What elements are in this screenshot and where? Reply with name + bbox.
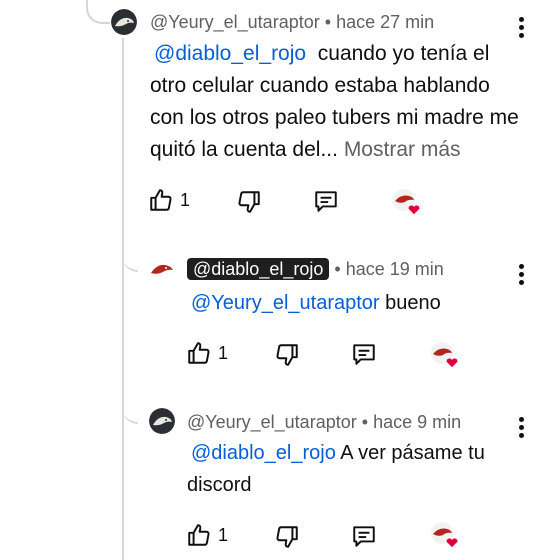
show-more-link[interactable]: Mostrar más bbox=[344, 138, 461, 161]
thumbs-up-icon bbox=[188, 524, 210, 546]
creator-heart bbox=[429, 521, 463, 549]
author-name[interactable]: @Yeury_el_utaraptor bbox=[150, 12, 320, 32]
like-count: 1 bbox=[218, 524, 229, 545]
comment-body: bueno bbox=[385, 292, 441, 314]
avatar[interactable] bbox=[149, 408, 175, 434]
creator-heart bbox=[429, 341, 463, 369]
comment-time[interactable]: hace 27 min bbox=[336, 12, 434, 32]
like-count: 1 bbox=[218, 342, 229, 363]
meta-separator: • bbox=[334, 259, 341, 279]
thread-connector bbox=[122, 234, 138, 272]
like-button[interactable]: 1 bbox=[186, 340, 228, 366]
more-vert-icon-dot bbox=[519, 433, 524, 438]
comment-text: @diablo_el_rojo A ver pásame tu discord bbox=[187, 437, 517, 501]
thumbs-down-icon bbox=[238, 191, 260, 213]
reply-icon bbox=[353, 526, 375, 547]
reply-button[interactable] bbox=[351, 523, 377, 549]
comment-text: @diablo_el_rojo cuando yo tenía el otro … bbox=[150, 38, 520, 166]
creator-heart-icon bbox=[431, 342, 459, 369]
dislike-button[interactable] bbox=[236, 189, 262, 215]
mention-link[interactable]: @diablo_el_rojo bbox=[154, 42, 306, 65]
more-vert-icon-dot bbox=[519, 280, 524, 285]
dislike-button[interactable] bbox=[274, 524, 300, 550]
creator-heart-icon bbox=[431, 522, 459, 549]
avatar[interactable] bbox=[149, 257, 175, 283]
more-vert-icon bbox=[519, 17, 524, 22]
thumbs-up-icon bbox=[150, 189, 172, 211]
dislike-button[interactable] bbox=[274, 342, 300, 368]
author-name-chip[interactable]: @diablo_el_rojo bbox=[187, 258, 330, 280]
thread-line bbox=[122, 38, 124, 560]
avatar-red-dinosaur-icon bbox=[149, 257, 175, 283]
more-options-button[interactable] bbox=[519, 17, 525, 39]
author-name[interactable]: @Yeury_el_utaraptor bbox=[187, 412, 357, 432]
more-options-button[interactable] bbox=[519, 417, 525, 439]
comment-meta: @Yeury_el_utaraptor • hace 9 min bbox=[187, 412, 461, 433]
thread-connector bbox=[122, 388, 138, 424]
comment-text: @Yeury_el_utaraptor bueno bbox=[187, 287, 517, 319]
avatar[interactable] bbox=[111, 9, 137, 35]
meta-separator: • bbox=[324, 12, 332, 32]
creator-heart bbox=[391, 188, 425, 216]
comment-meta: @diablo_el_rojo • hace 19 min bbox=[187, 258, 444, 280]
mention-link[interactable]: @Yeury_el_utaraptor bbox=[191, 292, 380, 314]
reply-icon bbox=[315, 191, 337, 212]
thumbs-down-icon bbox=[276, 526, 298, 548]
like-button[interactable]: 1 bbox=[186, 522, 228, 548]
reply-button[interactable] bbox=[351, 341, 377, 367]
more-options-button[interactable] bbox=[519, 264, 525, 286]
mention-link[interactable]: @diablo_el_rojo bbox=[191, 442, 336, 464]
creator-heart-icon bbox=[393, 189, 421, 216]
reply-button[interactable] bbox=[313, 188, 339, 214]
thumbs-down-icon bbox=[276, 344, 298, 366]
comment-time[interactable]: hace 19 min bbox=[346, 259, 444, 279]
more-vert-icon-dot bbox=[519, 272, 524, 277]
reply-icon bbox=[353, 344, 375, 365]
comment-time[interactable]: hace 9 min bbox=[373, 412, 461, 432]
meta-separator: • bbox=[361, 412, 369, 432]
more-vert-icon-dot bbox=[519, 25, 524, 30]
avatar-dinosaur-icon bbox=[149, 408, 175, 434]
more-vert-icon bbox=[519, 264, 524, 269]
more-vert-icon bbox=[519, 417, 524, 422]
like-count: 1 bbox=[180, 189, 191, 210]
avatar-dinosaur-icon bbox=[111, 9, 137, 35]
thread-connector bbox=[86, 0, 110, 24]
comment-meta: @Yeury_el_utaraptor • hace 27 min bbox=[150, 12, 434, 33]
like-button[interactable]: 1 bbox=[148, 187, 190, 213]
thumbs-up-icon bbox=[188, 342, 210, 364]
more-vert-icon-dot bbox=[519, 425, 524, 430]
